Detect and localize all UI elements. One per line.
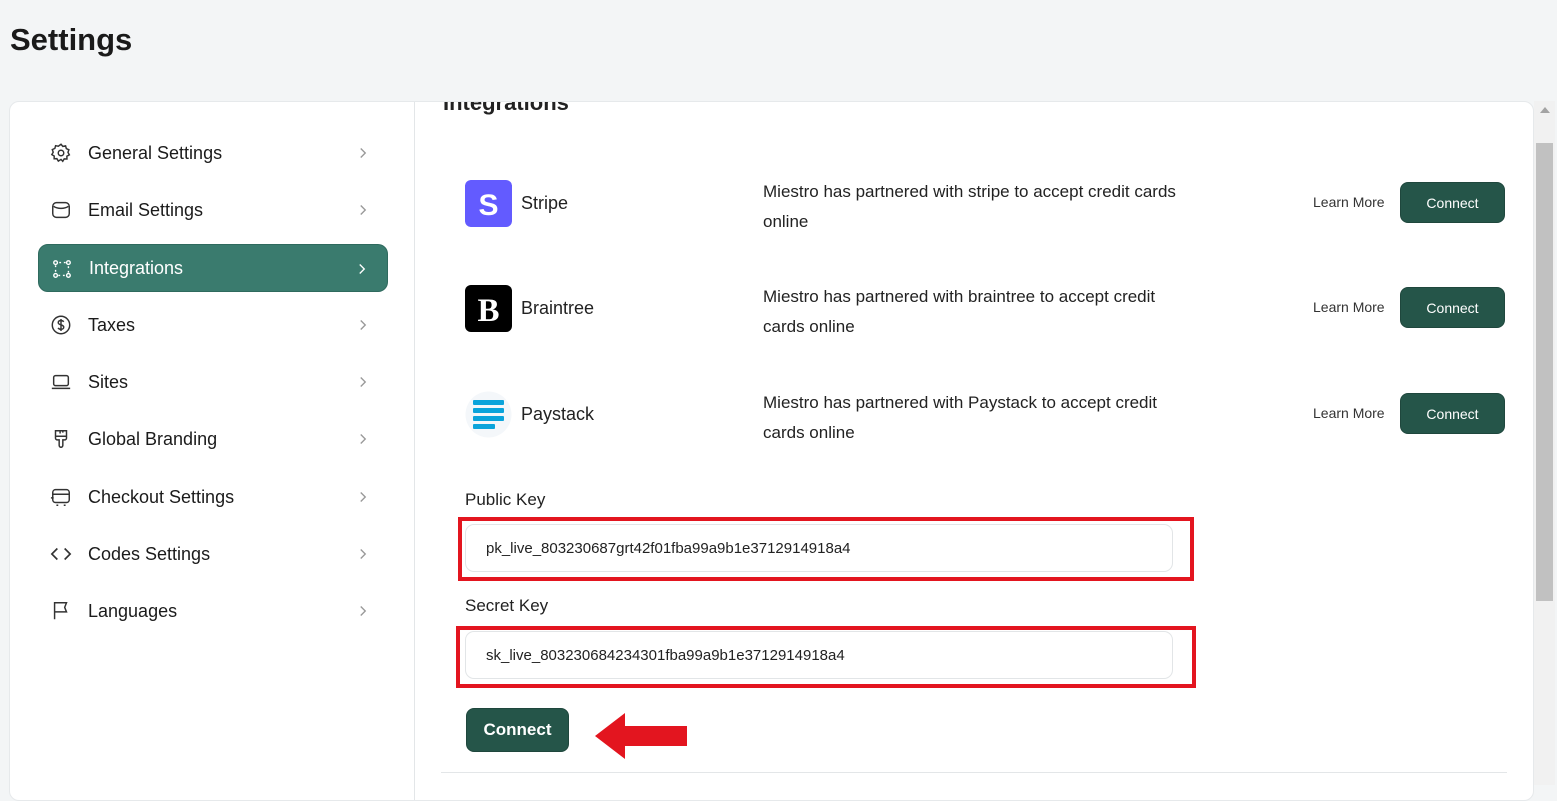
sidebar-item-global-branding[interactable]: Global Branding	[38, 415, 388, 463]
integrations-panel: Integrations S Stripe Miestro has partne…	[415, 102, 1533, 800]
secret-key-label: Secret Key	[465, 596, 549, 615]
learn-more-link[interactable]: Learn More	[1313, 405, 1385, 421]
scrollbar[interactable]	[1534, 101, 1555, 785]
integration-description: Miestro has partnered with stripe to acc…	[763, 182, 1176, 231]
sidebar-item-label: Global Branding	[88, 428, 218, 449]
braintree-logo: B	[465, 285, 512, 332]
sidebar-item-checkout-settings[interactable]: Checkout Settings	[38, 473, 388, 521]
envelope-icon	[52, 201, 70, 219]
sidebar-item-label: Checkout Settings	[88, 486, 235, 507]
integration-name: Stripe	[521, 193, 569, 213]
cart-icon	[50, 488, 70, 506]
sidebar-item-label: Languages	[88, 600, 178, 621]
chevron-right-icon	[360, 377, 367, 387]
sidebar-item-label: General Settings	[88, 142, 223, 163]
sidebar-item-codes-settings[interactable]: Codes Settings	[38, 530, 388, 578]
integration-name: Braintree	[521, 298, 595, 318]
integration-row-stripe: S Stripe Miestro has partnered with stri…	[465, 180, 1510, 240]
chevron-right-icon	[360, 492, 367, 502]
connect-button-braintree[interactable]: Connect	[1400, 287, 1505, 328]
svg-text:S: S	[478, 189, 498, 222]
sidebar-item-label: Integrations	[89, 257, 184, 278]
settings-card: General Settings Email Settings Integrat…	[9, 101, 1534, 801]
sidebar-item-languages[interactable]: Languages	[38, 587, 388, 635]
public-key-label: Public Key	[465, 490, 546, 509]
integration-name: Paystack	[521, 404, 595, 424]
chevron-right-icon	[360, 148, 367, 158]
learn-more-link[interactable]: Learn More	[1313, 299, 1385, 315]
sidebar-item-label: Codes Settings	[88, 543, 211, 564]
sidebar-item-label: Sites	[88, 371, 129, 392]
sidebar-item-label: Taxes	[88, 314, 136, 335]
stripe-logo: S	[465, 180, 512, 227]
sidebar-item-taxes[interactable]: Taxes	[38, 301, 388, 349]
arrow-left-icon	[595, 713, 687, 759]
integration-row-paystack: Paystack Miestro has partnered with Pays…	[465, 391, 1510, 451]
sidebar-item-general-settings[interactable]: General Settings	[38, 129, 388, 177]
integration-description: Miestro has partnered with braintree to …	[763, 287, 1156, 336]
chevron-right-icon	[360, 606, 367, 616]
scroll-thumb[interactable]	[1536, 143, 1553, 601]
settings-sidebar: General Settings Email Settings Integrat…	[10, 102, 415, 800]
scroll-up-icon[interactable]	[1540, 107, 1550, 113]
chevron-right-icon	[359, 264, 366, 274]
sidebar-item-integrations[interactable]: Integrations	[38, 244, 388, 292]
chevron-right-icon	[360, 320, 367, 330]
chevron-right-icon	[360, 205, 367, 215]
integration-description: Miestro has partnered with Paystack to a…	[763, 393, 1158, 442]
chevron-right-icon	[360, 434, 367, 444]
public-key-input[interactable]	[465, 524, 1173, 572]
divider	[441, 772, 1507, 773]
connect-button[interactable]: Connect	[466, 708, 569, 752]
integrations-icon	[53, 260, 71, 278]
integration-row-braintree: B Braintree Miestro has partnered with b…	[465, 285, 1510, 345]
code-icon	[50, 547, 72, 561]
brush-icon	[54, 430, 68, 448]
sidebar-item-sites[interactable]: Sites	[38, 358, 388, 406]
dollar-circle-icon	[51, 315, 71, 335]
page-title: Settings	[10, 22, 133, 57]
connect-button-stripe[interactable]: Connect	[1400, 182, 1505, 223]
gear-icon	[50, 143, 71, 163]
connect-button-paystack[interactable]: Connect	[1400, 393, 1505, 434]
paystack-logo	[465, 391, 512, 438]
svg-text:B: B	[477, 293, 499, 329]
laptop-icon	[51, 374, 71, 390]
learn-more-link[interactable]: Learn More	[1313, 194, 1385, 210]
section-title: Integrations	[443, 101, 569, 115]
sidebar-item-email-settings[interactable]: Email Settings	[38, 186, 388, 234]
chevron-right-icon	[360, 549, 367, 559]
sidebar-item-label: Email Settings	[88, 199, 204, 220]
secret-key-input[interactable]	[465, 631, 1173, 679]
flag-icon	[53, 602, 68, 620]
